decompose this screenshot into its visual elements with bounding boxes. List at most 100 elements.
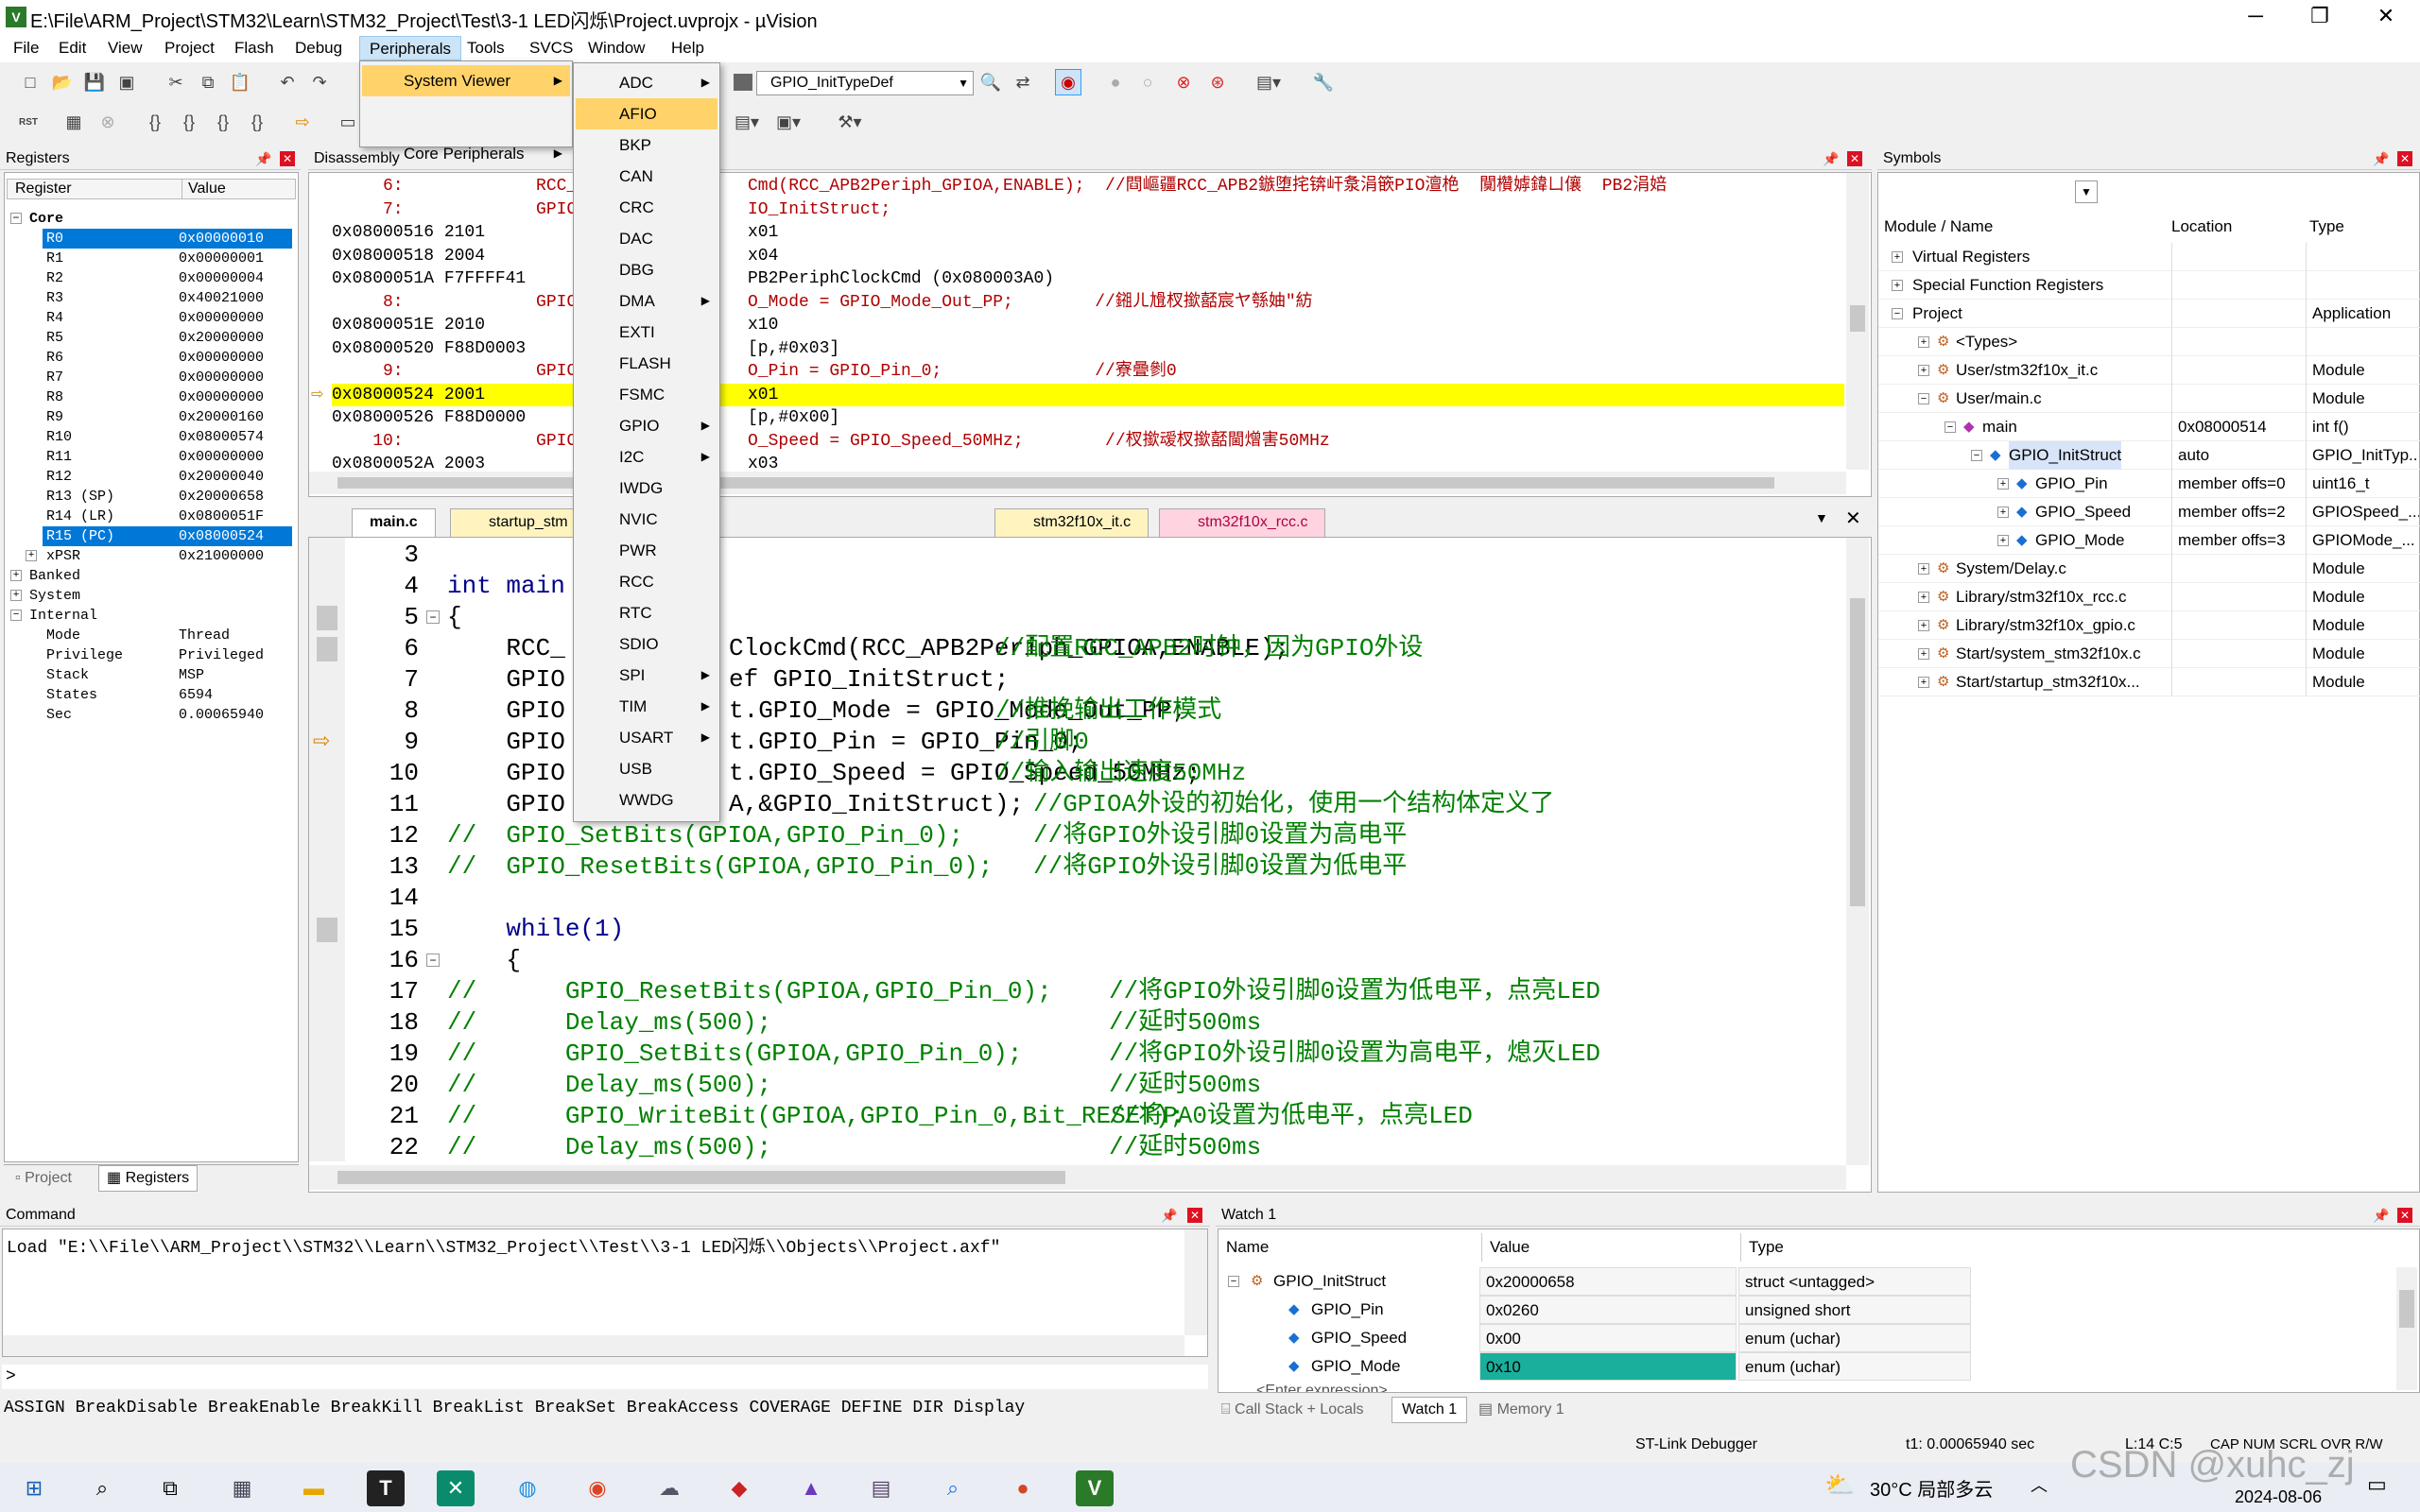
scroll-thumb[interactable]	[2399, 1290, 2414, 1328]
disassembly-line[interactable]: 0x08000516 2101 x01	[332, 221, 1844, 245]
submenu-item-wwdg[interactable]: WWDG	[576, 784, 717, 816]
submenu-item-dac[interactable]: DAC	[576, 223, 717, 254]
breakpoint-enable-icon[interactable]: ○	[1134, 69, 1161, 95]
code-line[interactable]: 7 GPIO ef GPIO_InitStruct;	[309, 664, 1846, 696]
expand-icon[interactable]: +	[1892, 251, 1903, 263]
symbol-row[interactable]: + ◆ GPIO_Pin member offs=0 uint16_t	[1878, 470, 2420, 498]
menu-file[interactable]: File	[4, 36, 48, 60]
window-layout-icon[interactable]: ▤▾	[1248, 69, 1289, 95]
menu-peripherals[interactable]: Peripherals	[359, 36, 461, 60]
tab-memory-1[interactable]: ▤ Memory 1	[1478, 1399, 1564, 1421]
vertical-scrollbar[interactable]	[1846, 538, 1869, 1165]
submenu-item-flash[interactable]: FLASH	[576, 348, 717, 379]
close-icon[interactable]: ✕	[1845, 507, 1861, 530]
close-icon[interactable]: ✕	[2397, 1208, 2412, 1223]
search-app-icon[interactable]: ⌕	[934, 1470, 972, 1506]
task-view-icon[interactable]: ⧉	[151, 1470, 189, 1506]
register-row[interactable]: R11 0x00000000	[9, 447, 296, 467]
code-line[interactable]: 17 // GPIO_ResetBits(GPIOA,GPIO_Pin_0); //…	[309, 976, 1846, 1007]
find-in-files-icon[interactable]: 🔍	[977, 69, 1004, 95]
submenu-item-adc[interactable]: ADC ▶	[576, 67, 717, 98]
submenu-item-pwr[interactable]: PWR	[576, 535, 717, 566]
symbol-row[interactable]: + ⚙ Library/stm32f10x_gpio.c Module	[1878, 611, 2420, 640]
disassembly-line[interactable]: 10: GPIO_ O_Speed = GPIO_Speed_50MHz; //杈…	[332, 430, 1844, 454]
menu-window[interactable]: Window	[579, 36, 654, 60]
tab-stm32f10x-rcc[interactable]: stm32f10x_rcc.c	[1159, 508, 1326, 537]
symbol-row[interactable]: + ⚙ Start/startup_stm32f10x... Module	[1878, 668, 2420, 696]
submenu-item-rtc[interactable]: RTC	[576, 597, 717, 628]
edge-icon[interactable]: ◍	[509, 1470, 546, 1506]
submenu-item-fsmc[interactable]: FSMC	[576, 379, 717, 410]
scroll-thumb[interactable]	[337, 1171, 1065, 1184]
step-out-icon[interactable]: {}	[210, 109, 236, 135]
save-icon[interactable]: 💾	[81, 69, 108, 95]
submenu-item-nvic[interactable]: NVIC	[576, 504, 717, 535]
code-line[interactable]: 14	[309, 883, 1846, 914]
app-icon[interactable]: ▲	[792, 1470, 830, 1506]
watch-value[interactable]: 0x20000658	[1479, 1267, 1737, 1296]
symbol-row[interactable]: + ⚙ Start/system_stm32f10x.c Module	[1878, 640, 2420, 668]
disassembly-line[interactable]: ⇨ 0x08000524 2001 x01	[311, 383, 1844, 406]
expand-icon[interactable]: +	[1997, 507, 2009, 518]
symbol-row[interactable]: + ⚙ User/stm32f10x_it.c Module	[1878, 356, 2420, 385]
configure-icon[interactable]: 🔧	[1310, 69, 1337, 95]
scroll-thumb[interactable]	[337, 477, 1774, 489]
code-line[interactable]: 12 // GPIO_SetBits(GPIOA,GPIO_Pin_0); //将G…	[309, 820, 1846, 851]
code-line[interactable]: 22 // Delay_ms(500); //延时500ms	[309, 1132, 1846, 1163]
watch-row[interactable]: − ⚙ GPIO_InitStruct 0x20000658 struct <untag…	[1219, 1267, 1975, 1296]
minimize-button[interactable]: ─	[2227, 0, 2284, 34]
typora-icon[interactable]: T	[367, 1470, 405, 1506]
watch-row[interactable]: ◆ GPIO_Speed 0x00 enum (uchar)	[1219, 1324, 1975, 1352]
register-row[interactable]: R7 0x00000000	[9, 368, 296, 387]
notification-icon[interactable]: ▭	[2367, 1472, 2387, 1497]
code-line[interactable]: 15 while(1)	[309, 914, 1846, 945]
code-line[interactable]: 8 GPIO t.GPIO_Mode = GPIO_Mode_Out_PP;//推…	[309, 696, 1846, 727]
disassembly-line[interactable]: 8: GPIO_ O_Mode = GPIO_Mode_Out_PP; //鎺ㄦ尳…	[332, 291, 1844, 315]
expand-icon[interactable]: +	[1918, 336, 1929, 348]
app-icon[interactable]: ☁	[650, 1470, 688, 1506]
vertical-scrollbar[interactable]	[2396, 1267, 2417, 1390]
show-next-statement-icon[interactable]: ⇨	[289, 109, 316, 135]
watch-value[interactable]: 0x10	[1479, 1352, 1737, 1381]
app-icon[interactable]: ▤	[862, 1470, 900, 1506]
weather-text[interactable]: 30°C 局部多云	[1870, 1474, 1993, 1502]
code-line[interactable]: 6 RCC_ ClockCmd(RCC_APB2Periph_GPIOA,ENAB…	[309, 633, 1846, 664]
submenu-item-usb[interactable]: USB	[576, 753, 717, 784]
register-row[interactable]: R5 0x20000000	[9, 328, 296, 348]
submenu-item-sdio[interactable]: SDIO	[576, 628, 717, 660]
code-line[interactable]: −16 {	[309, 945, 1846, 976]
breakpoint-insert-icon[interactable]: ●	[1102, 69, 1129, 95]
code-line[interactable]: 10 GPIO t.GPIO_Speed = GPIO_Speed_50MHz; /…	[309, 758, 1846, 789]
disassembly-line[interactable]: 0x08000526 F88D0000 [p,#0x00]	[332, 406, 1844, 430]
fold-icon[interactable]: −	[426, 610, 440, 624]
register-row[interactable]: R9 0x20000160	[9, 407, 296, 427]
expand-icon[interactable]: +	[26, 550, 37, 561]
horizontal-scrollbar[interactable]	[309, 1165, 1846, 1190]
horizontal-scrollbar[interactable]	[3, 1335, 1184, 1356]
find-combo[interactable]: GPIO_InitTypeDef ▼	[756, 71, 974, 95]
disassembly-line[interactable]: 0x08000520 F88D0003 [p,#0x03]	[332, 337, 1844, 361]
weather-icon[interactable]: ⛅	[1824, 1470, 1855, 1500]
file-explorer-icon[interactable]: ▬	[295, 1470, 333, 1506]
xmind-icon[interactable]: ✕	[437, 1470, 475, 1506]
expand-icon[interactable]: +	[1918, 592, 1929, 603]
breakpoint-kill-all-icon[interactable]: ⊛	[1204, 69, 1231, 95]
symbol-row[interactable]: − ⚙ User/main.c Module	[1878, 385, 2420, 413]
register-row[interactable]: R13 (SP) 0x20000658	[9, 487, 296, 507]
browse-icon[interactable]: ⇄	[1010, 69, 1036, 95]
expand-icon[interactable]: +	[1997, 535, 2009, 546]
register-row[interactable]: R2 0x00000004	[9, 268, 296, 288]
calculator-icon[interactable]: ▦	[223, 1470, 261, 1506]
search-icon[interactable]: ⌕	[83, 1470, 121, 1506]
stop-icon[interactable]: ⊗	[95, 109, 121, 135]
debug-session-icon[interactable]: ◉	[1055, 69, 1081, 95]
tabs-dropdown-icon[interactable]: ▼	[1815, 510, 1828, 525]
reset-icon[interactable]: RST	[15, 109, 42, 135]
submenu-item-gpio[interactable]: GPIO ▶	[576, 410, 717, 441]
symbol-row[interactable]: − ◆ GPIO_InitStruct auto GPIO_InitTyp...	[1878, 441, 2420, 470]
fold-icon[interactable]: −	[426, 954, 440, 967]
undo-icon[interactable]: ↶	[274, 69, 301, 95]
pin-icon[interactable]: 📌	[1161, 1204, 1177, 1227]
symbol-row[interactable]: + ◆ GPIO_Speed member offs=2 GPIOSpeed_...	[1878, 498, 2420, 526]
cut-icon[interactable]: ✂	[163, 69, 189, 95]
